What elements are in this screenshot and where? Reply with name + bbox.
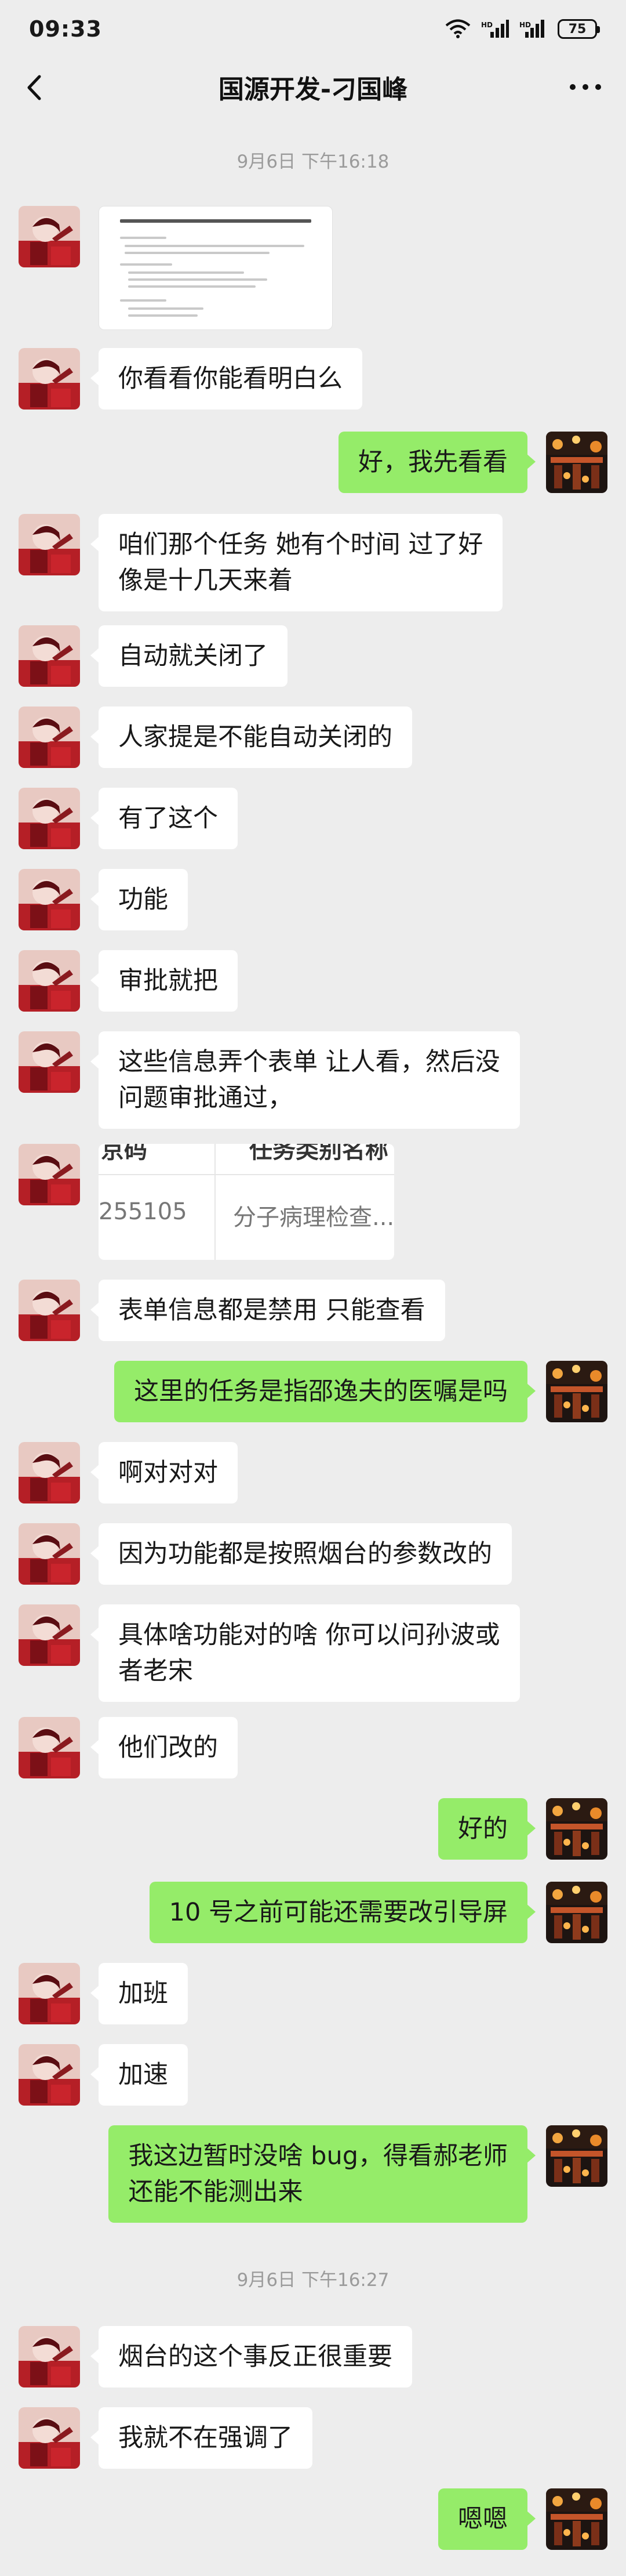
self-avatar[interactable]: [546, 2125, 607, 2187]
contact-avatar[interactable]: [19, 1031, 80, 1093]
back-arrow-icon[interactable]: [21, 73, 50, 102]
contact-avatar[interactable]: [19, 869, 80, 930]
contact-avatar[interactable]: [19, 2407, 80, 2469]
message-bubble[interactable]: 自动就关闭了: [90, 625, 287, 687]
message-bubble[interactable]: 好，我先看看: [339, 432, 536, 493]
self-avatar[interactable]: [546, 1882, 607, 1943]
message-bubble[interactable]: 这些信息弄个表单 让人看，然后没 问题审批通过，: [90, 1031, 520, 1129]
contact-avatar[interactable]: [19, 625, 80, 687]
image-message-table[interactable]: 京码 任务类别名称 255105 分子病理检查...: [99, 1144, 394, 1260]
message-bubble[interactable]: 咱们那个任务 她有个时间 过了好 像是十几天来着: [90, 514, 503, 611]
chat-title: 国源开发-刁国峰: [218, 75, 408, 104]
contact-avatar[interactable]: [19, 1280, 80, 1341]
table-cell-code: 255105: [99, 1198, 187, 1225]
battery-level: 75: [568, 21, 587, 37]
more-dots-icon[interactable]: [568, 78, 603, 96]
contact-avatar[interactable]: [19, 1442, 80, 1503]
message-bubble[interactable]: 他们改的: [90, 1717, 238, 1778]
message-bubble[interactable]: 审批就把: [90, 950, 238, 1012]
svg-text:HD: HD: [481, 21, 493, 29]
contact-avatar[interactable]: [19, 514, 80, 575]
contact-avatar[interactable]: [19, 1717, 80, 1778]
contact-avatar[interactable]: [19, 950, 80, 1012]
message-bubble[interactable]: 嗯嗯: [438, 2488, 536, 2550]
contact-avatar[interactable]: [19, 788, 80, 849]
message-bubble[interactable]: 加速: [90, 2044, 188, 2106]
status-time: 09:33: [29, 16, 102, 42]
message-bubble[interactable]: 你看看你能看明白么: [90, 348, 362, 410]
table-header-left: 京码: [101, 1144, 147, 1164]
message-bubble[interactable]: 好的: [438, 1798, 536, 1860]
message-bubble[interactable]: 具体啥功能对的啥 你可以问孙波或 者老宋: [90, 1604, 520, 1702]
timestamp: 9月6日 下午16:27: [236, 2270, 390, 2291]
contact-avatar[interactable]: [19, 1963, 80, 2024]
message-bubble[interactable]: 10 号之前可能还需要改引导屏: [149, 1882, 536, 1943]
image-message-document[interactable]: [99, 206, 333, 330]
contact-avatar[interactable]: [19, 707, 80, 768]
status-icons: HD HD 75: [445, 19, 600, 39]
message-bubble[interactable]: 因为功能都是按照烟台的参数改的: [90, 1523, 512, 1585]
message-bubble[interactable]: 表单信息都是禁用 只能查看: [90, 1280, 445, 1341]
self-avatar[interactable]: [546, 2488, 607, 2550]
message-bubble[interactable]: 加班: [90, 1963, 188, 2024]
contact-avatar[interactable]: [19, 1144, 80, 1205]
contact-avatar[interactable]: [19, 206, 80, 267]
signal-hd-icon: HD: [481, 20, 509, 38]
contact-avatar[interactable]: [19, 2044, 80, 2106]
table-header-right: 任务类别名称: [249, 1144, 388, 1164]
contact-avatar[interactable]: [19, 1523, 80, 1585]
self-avatar[interactable]: [546, 432, 607, 493]
timestamp: 9月6日 下午16:18: [236, 151, 390, 172]
signal-icon: HD: [519, 20, 544, 38]
message-bubble[interactable]: 人家提是不能自动关闭的: [90, 707, 412, 768]
contact-avatar[interactable]: [19, 1604, 80, 1666]
message-bubble[interactable]: 我就不在强调了: [90, 2407, 312, 2469]
self-avatar[interactable]: [546, 1798, 607, 1860]
message-bubble[interactable]: 有了这个: [90, 788, 238, 849]
message-bubble[interactable]: 啊对对对: [90, 1442, 238, 1503]
self-avatar[interactable]: [546, 1361, 607, 1422]
contact-avatar[interactable]: [19, 348, 80, 410]
nav-bar: 国源开发-刁国峰: [0, 58, 626, 116]
status-bar: 09:33 HD HD 75: [0, 0, 626, 58]
svg-text:HD: HD: [519, 21, 531, 29]
table-cell-name: 分子病理检查...: [233, 1204, 394, 1231]
battery-icon: 75: [558, 19, 600, 39]
contact-avatar[interactable]: [19, 2326, 80, 2387]
message-bubble[interactable]: 功能: [90, 869, 188, 930]
message-bubble[interactable]: 我这边暂时没啥 bug，得看郝老师 还能不能测出来: [108, 2125, 536, 2223]
wifi-icon: [445, 19, 471, 38]
message-bubble[interactable]: 烟台的这个事反正很重要: [90, 2326, 412, 2387]
message-bubble[interactable]: 这里的任务是指邵逸夫的医嘱是吗: [114, 1361, 536, 1422]
